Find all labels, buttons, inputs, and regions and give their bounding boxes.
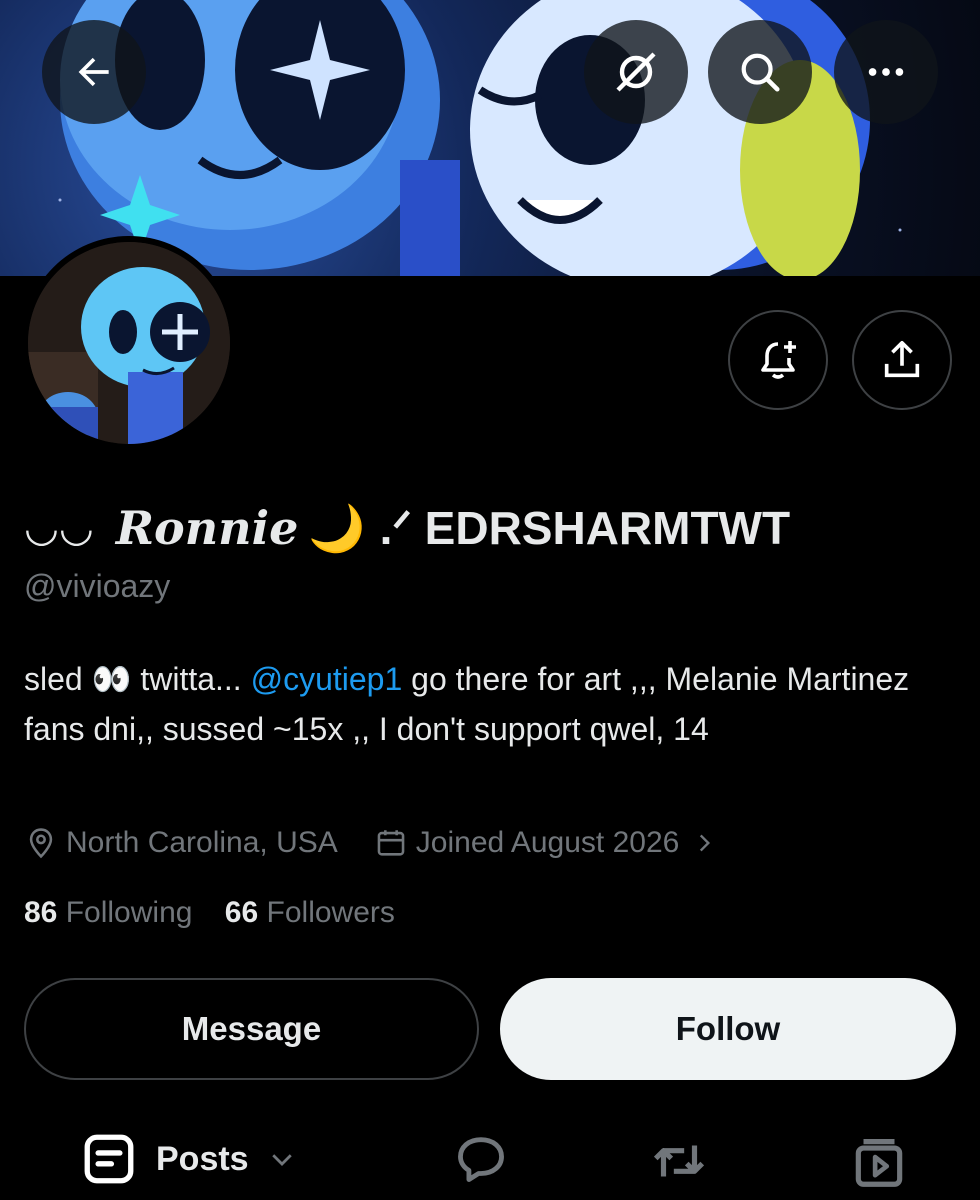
tab-posts-label: Posts: [156, 1139, 249, 1178]
arrow-left-icon: [78, 57, 109, 87]
search-button[interactable]: [708, 20, 812, 124]
video-play-icon: [855, 1139, 903, 1187]
repost-icon: [653, 1145, 705, 1177]
speech-bubble-icon: [458, 1137, 504, 1182]
joined-date[interactable]: Joined August 2026: [374, 826, 718, 860]
notify-button[interactable]: [728, 310, 828, 410]
posts-icon: [84, 1134, 134, 1184]
chevron-down-icon: [271, 1154, 292, 1166]
location: North Carolina, USA: [24, 826, 338, 860]
avatar-image: [28, 242, 230, 444]
tab-media[interactable]: [848, 1130, 910, 1192]
joined-text: Joined August 2026: [415, 826, 680, 859]
follow-button[interactable]: Follow: [500, 978, 956, 1080]
grok-button[interactable]: [584, 20, 688, 124]
calendar-icon: [377, 830, 405, 856]
name-prefix: ◡◡: [24, 506, 94, 550]
following-count: 86: [24, 896, 58, 929]
tab-posts[interactable]: Posts: [80, 1130, 297, 1188]
more-dots-icon: [868, 68, 904, 76]
followers-link[interactable]: 66 Followers: [225, 896, 395, 929]
location-pin-icon: [29, 828, 53, 859]
bio-mention-link[interactable]: @cyutiep1: [251, 661, 403, 697]
location-text: North Carolina, USA: [66, 826, 338, 859]
profile-meta: North Carolina, USA Joined August 2026: [24, 820, 717, 866]
bio-text-1: sled 👀 twitta...: [24, 661, 251, 697]
more-button[interactable]: [834, 20, 938, 124]
following-link[interactable]: 86 Following: [24, 896, 192, 929]
moon-emoji: 🌙: [308, 501, 366, 554]
share-button[interactable]: [852, 310, 952, 410]
share-icon: [884, 340, 920, 378]
search-icon: [741, 53, 780, 92]
tab-replies[interactable]: [452, 1130, 510, 1188]
banner-artwork: [58, 0, 902, 276]
name-script: Ronnie: [115, 501, 299, 555]
handle: @vivioazy: [24, 568, 171, 604]
profile-tabs: Posts: [0, 1120, 980, 1200]
following-label: Following: [65, 896, 193, 929]
profile-avatar[interactable]: [22, 236, 236, 450]
follow-stats: 86 Following 66 Followers: [24, 896, 395, 930]
bio: sled 👀 twitta... @cyutiep1 go there for …: [24, 654, 954, 754]
message-button[interactable]: Message: [24, 978, 479, 1080]
tab-reposts[interactable]: [648, 1130, 710, 1192]
back-button[interactable]: [42, 20, 146, 124]
bell-plus-icon: [761, 341, 796, 379]
profile-banner[interactable]: [0, 0, 980, 276]
display-name: ◡◡ Ronnie 🌙 .ᐟ EDRSHARMTWT: [24, 498, 790, 558]
chevron-right-icon: [700, 834, 711, 852]
name-suffix: .ᐟ EDRSHARMTWT: [379, 502, 791, 554]
followers-count: 66: [224, 896, 259, 929]
avatar-artwork: [28, 242, 230, 444]
followers-label: Followers: [266, 896, 395, 929]
slashed-circle-icon: [616, 52, 656, 92]
